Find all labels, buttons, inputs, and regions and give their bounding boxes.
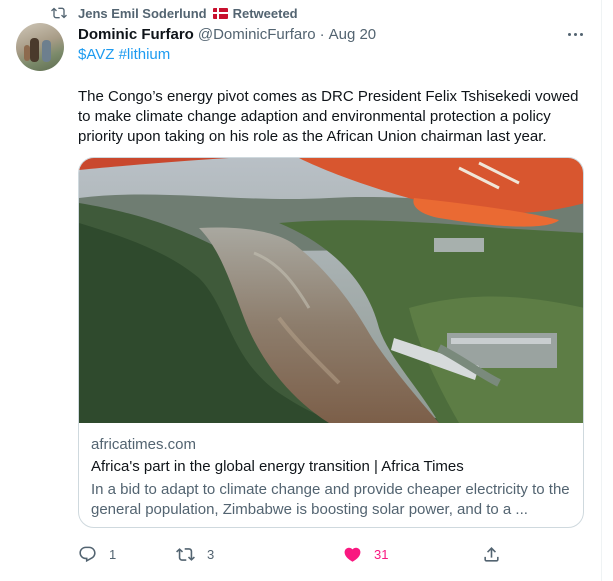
hashtag-link[interactable]: #lithium	[119, 46, 171, 63]
like-count: 31	[374, 546, 389, 562]
tweet-actions: 1 3 31	[78, 543, 508, 565]
retweet-action-icon	[176, 547, 195, 561]
heart-icon	[344, 547, 361, 562]
card-description: In a bid to adapt to climate change and …	[91, 481, 570, 518]
like-button[interactable]: 31	[343, 543, 388, 565]
author-name[interactable]: Dominic Furfaro	[78, 26, 194, 43]
retweet-count: 3	[207, 546, 215, 562]
denmark-flag-icon	[212, 7, 228, 19]
reply-icon	[79, 546, 96, 562]
card-title[interactable]: Africa's part in the global energy trans…	[91, 457, 573, 477]
card-domain[interactable]: africatimes.com	[91, 435, 573, 455]
share-icon	[484, 546, 499, 562]
tweet-text: The Congo’s energy pivot comes as DRC Pr…	[78, 88, 579, 145]
retweet-icon	[51, 7, 67, 19]
more-options-icon[interactable]	[562, 24, 588, 44]
share-button[interactable]	[482, 543, 501, 565]
link-card[interactable]: africatimes.com Africa's part in the glo…	[78, 157, 584, 528]
cashtag-link[interactable]: $AVZ	[78, 46, 114, 63]
avatar[interactable]	[16, 23, 64, 71]
author-handle[interactable]: @DominicFurfaro	[198, 26, 316, 43]
aerial-river-dam-photo[interactable]	[79, 158, 584, 423]
reply-count: 1	[109, 546, 117, 562]
separator-dot: ·	[319, 25, 325, 43]
retweeted-label: Retweeted	[232, 5, 298, 21]
timeline-border	[601, 0, 602, 581]
tweet-header: Dominic Furfaro @DominicFurfaro · Aug 20	[78, 24, 376, 44]
card-meta: africatimes.com Africa's part in the glo…	[91, 435, 573, 520]
retweeter-name[interactable]: Jens Emil Soderlund	[78, 6, 207, 21]
retweet-button[interactable]: 3	[176, 543, 214, 565]
reply-button[interactable]: 1	[78, 543, 116, 565]
tweet[interactable]: Jens Emil Soderlund Retweeted Dominic Fu…	[0, 0, 613, 581]
tweet-date[interactable]: Aug 20	[329, 26, 377, 43]
retweet-context: Jens Emil Soderlund Retweeted	[51, 4, 298, 22]
tweet-tags: $AVZ #lithium	[78, 45, 170, 65]
